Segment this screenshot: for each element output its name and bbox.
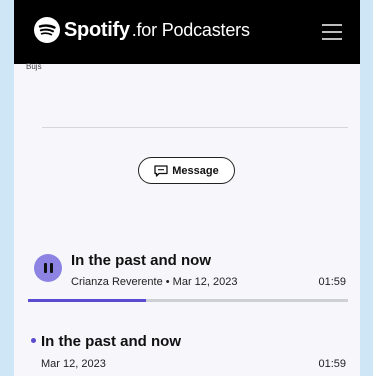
unplayed-indicator-dot	[31, 338, 36, 343]
pause-button[interactable]	[34, 254, 62, 282]
episode-duration: 01:59	[318, 276, 346, 288]
spotify-icon	[34, 17, 60, 43]
playback-progress-bar[interactable]	[28, 299, 348, 302]
episode-title[interactable]: In the past and now	[71, 252, 211, 269]
section-divider	[42, 127, 348, 128]
brand-name: Spotify	[64, 18, 130, 41]
brand-suffix: .for Podcasters	[131, 19, 250, 40]
chat-bubble-icon	[154, 164, 168, 177]
episode-meta: Crianza Reverente • Mar 12, 2023	[71, 276, 238, 288]
app-viewport: Spotify .for Podcasters Bujs Message In …	[14, 0, 360, 376]
hamburger-icon[interactable]	[322, 24, 342, 40]
episode-meta: Mar 12, 2023	[41, 358, 106, 370]
top-navigation-bar: Spotify .for Podcasters	[14, 0, 360, 64]
episode-duration: 01:59	[318, 358, 346, 370]
message-button[interactable]: Message	[138, 157, 235, 184]
pause-icon	[43, 263, 53, 273]
spotify-for-podcasters-logo[interactable]: Spotify .for Podcasters	[34, 17, 250, 43]
playback-progress-fill	[28, 299, 147, 302]
episode-title[interactable]: In the past and now	[41, 333, 181, 350]
breadcrumb: Bujs	[26, 62, 42, 71]
message-button-label: Message	[172, 164, 219, 177]
